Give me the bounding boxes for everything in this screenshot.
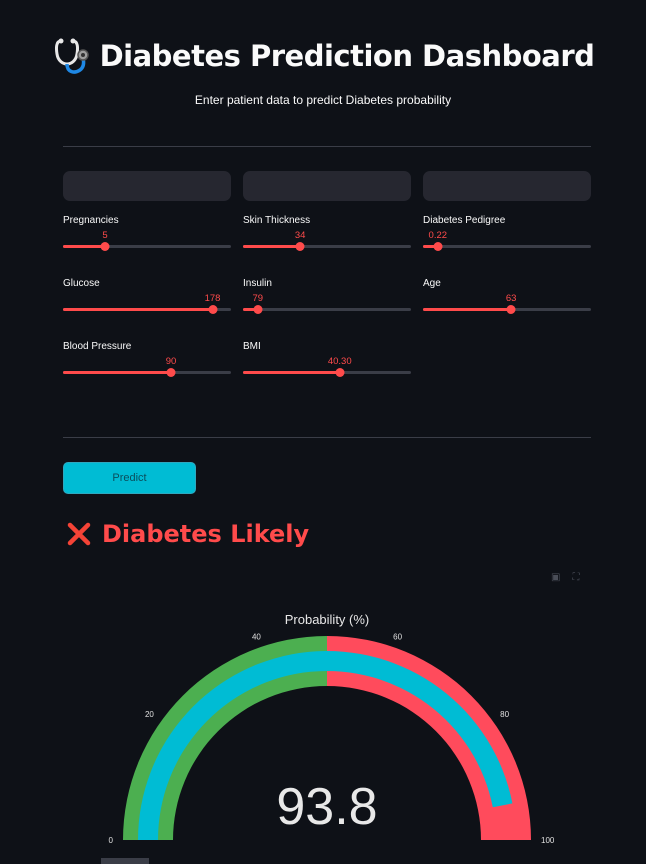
slider-thumb[interactable] [295,242,305,251]
camera-icon[interactable]: ▣ [551,572,560,583]
page-subtitle: Enter patient data to predict Diabetes p… [194,93,452,107]
gauge-tick-label: 0 [109,836,114,845]
slider-value: 178 [204,293,221,304]
result-text: Diabetes Likely [102,520,310,548]
slider-fill [243,371,340,374]
diabetes-pedigree-slider[interactable]: Diabetes Pedigree 0.22 [423,215,591,255]
slider-value: 79 [252,293,264,304]
title-row: Diabetes Prediction Dashboard [0,36,646,76]
slider-value: 40.30 [327,356,352,367]
insulin-slider[interactable]: Insulin 79 [243,278,411,318]
blood-pressure-slider[interactable]: Blood Pressure 90 [63,341,231,381]
gauge-tick-label: 20 [145,710,154,719]
slider-value: 90 [165,356,177,367]
column-header-box [63,171,231,201]
glucose-slider[interactable]: Glucose 178 [63,278,231,318]
slider-label: Glucose [63,278,100,289]
gauge-tick-label: 100 [541,836,555,845]
pregnancies-slider[interactable]: Pregnancies 5 [63,215,231,255]
slider-thumb[interactable] [100,242,110,251]
slider-value: 34 [294,230,306,241]
gauge-tick-label: 60 [393,632,402,641]
page-title: Diabetes Prediction Dashboard [99,39,595,73]
gauge-tick-label: 80 [500,710,509,719]
slider-value: 0.22 [428,230,448,241]
slider-label: Insulin [243,278,272,289]
slider-label: Diabetes Pedigree [423,215,506,226]
gauge-tick-label: 40 [252,632,261,641]
slider-thumb[interactable] [335,368,345,377]
scrollbar[interactable] [101,858,149,864]
slider-label: Age [423,278,441,289]
fullscreen-icon[interactable]: ⛶ [572,572,579,583]
slider-label: Pregnancies [63,215,119,226]
slider-fill [423,308,512,311]
slider-fill [63,371,171,374]
divider [63,146,591,147]
divider [63,437,591,438]
age-slider[interactable]: Age 63 [423,278,591,318]
prediction-result: Diabetes Likely [66,520,309,548]
slider-value: 63 [505,293,517,304]
probability-gauge: 0 20 40 60 80 100 Probability (%) 93.8 [109,612,555,845]
slider-thumb[interactable] [208,305,218,314]
column-header-box [243,171,411,201]
column-header-box [423,171,591,201]
app-root: Diabetes Prediction Dashboard Enter pati… [0,0,646,864]
slider-value: 5 [102,230,108,241]
slider-fill [63,308,213,311]
stethoscope-icon [54,38,89,74]
slider-thumb[interactable] [166,368,176,377]
cross-mark-icon [67,522,91,546]
slider-fill [243,245,301,248]
slider-fill [63,245,105,248]
slider-label: BMI [243,341,261,352]
slider-thumb[interactable] [253,305,263,314]
slider-label: Skin Thickness [243,215,311,226]
predict-button[interactable]: Predict [63,462,196,494]
slider-thumb[interactable] [433,242,443,251]
slider-label: Blood Pressure [63,341,132,352]
slider-track[interactable] [423,245,591,248]
gauge-value: 93.8 [276,778,377,836]
chart-toolbar: ▣ ⛶ [551,572,579,583]
gauge-title: Probability (%) [285,612,370,627]
skin-thickness-slider[interactable]: Skin Thickness 34 [243,215,411,255]
bmi-slider[interactable]: BMI 40.30 [243,341,411,381]
slider-track[interactable] [243,308,411,311]
slider-thumb[interactable] [506,305,516,314]
